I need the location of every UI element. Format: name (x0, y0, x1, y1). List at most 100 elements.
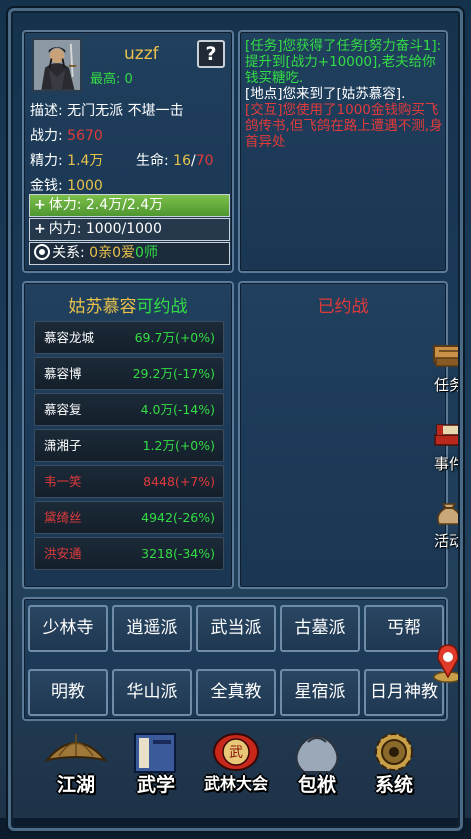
sect-panel: 少林寺 逍遥派 武当派 古墓派 丐帮 明教 华山派 全真教 星宿派 日月神教 (22, 597, 448, 721)
inner-power-bar[interactable]: + 内力: 1000/1000 (29, 218, 230, 241)
relation-ai: 爱 (121, 245, 136, 261)
log-entry-location: [地点]您来到了[姑苏慕容]. (245, 86, 406, 102)
plus-icon: + (34, 221, 46, 237)
opponent-power: 29.2万(-17%) (132, 366, 215, 381)
game-screen: uzzf ? 最高: 0 描述: 无门无派 不堪一击 战力: 5670 精力: … (0, 0, 471, 839)
sect-button-gumu[interactable]: 古墓派 (280, 605, 360, 652)
sect-button-shaolin[interactable]: 少林寺 (28, 605, 108, 652)
desc-row: 描述: 无门无派 不堪一击 (30, 100, 184, 120)
energy-label: 精力: (30, 153, 63, 169)
opponent-row[interactable]: 黛绮丝 4942(-26%) (34, 501, 224, 534)
desc-label: 描述: (30, 103, 63, 119)
opponent-power: 69.7万(+0%) (134, 330, 215, 345)
map-pin-icon[interactable] (429, 641, 467, 683)
opponent-power: 8448(+7%) (143, 474, 215, 489)
opponent-list: 慕容龙城 69.7万(+0%) 慕容博 29.2万(-17%) 慕容复 4.0万… (34, 321, 224, 573)
opponent-name: 洪安通 (44, 546, 82, 561)
relation-bar[interactable]: 关系: 0亲0爱0师 (29, 242, 230, 265)
player-name: uzzf (124, 44, 159, 64)
stamina-bar[interactable]: + 体力: 2.4万/2.4万 (29, 194, 230, 217)
life-current: 16 (173, 153, 191, 169)
opponent-name: 慕容博 (44, 366, 82, 381)
opponent-name: 慕容龙城 (44, 330, 95, 345)
energy-value: 1.4万 (67, 153, 104, 169)
menu-xitong-label: 系统 (374, 774, 413, 796)
relation-ai-count: 0 (112, 245, 122, 261)
sect-button-xiaoyao[interactable]: 逍遥派 (112, 605, 192, 652)
log-entry-interaction: [交互]您使用了1000金钱购买飞鸽传书,但飞鸽在路上遭遇不测,身首异处 (245, 102, 443, 150)
menu-wuxue-button[interactable]: 武学 (118, 726, 194, 804)
opponent-power: 3218(-34%) (141, 546, 215, 561)
challenged-panel: 已约战 (238, 281, 448, 589)
event-button[interactable]: 事件 (428, 417, 470, 474)
menu-baofu-button[interactable]: 包袱 (279, 726, 355, 804)
power-label: 战力: (30, 128, 63, 144)
opponent-name: 韦一笑 (44, 474, 82, 489)
stamina-text: 体力: 2.4万/2.4万 (48, 197, 164, 213)
money-label: 金钱: (30, 178, 63, 194)
opponent-row[interactable]: 韦一笑 8448(+7%) (34, 465, 224, 498)
money-value: 1000 (67, 178, 103, 194)
challengeable-title: 姑苏慕容可约战 (24, 292, 232, 317)
plus-icon: + (34, 197, 46, 213)
rank-value: 0 (124, 72, 133, 87)
relation-label: 关系: (52, 245, 85, 261)
opponent-power: 1.2万(+0%) (142, 438, 215, 453)
help-button[interactable]: ? (197, 40, 225, 68)
power-row: 战力: 5670 (30, 125, 103, 145)
sect-button-quanzhen[interactable]: 全真教 (196, 669, 276, 716)
menu-baofu-label: 包袱 (297, 774, 336, 796)
log-entry-task: [任务]您获得了任务[努力奋斗1]:提升到[战力+10000],老夫给你钱买糖吃… (245, 38, 442, 86)
opponent-row[interactable]: 慕容龙城 69.7万(+0%) (34, 321, 224, 354)
challengeable-panel: 姑苏慕容可约战 慕容龙城 69.7万(+0%) 慕容博 29.2万(-17%) … (22, 281, 234, 589)
sect-button-wudang[interactable]: 武当派 (196, 605, 276, 652)
swordsman-portrait-icon (34, 40, 80, 90)
energy-row: 精力: 1.4万 (30, 150, 103, 170)
location-name: 姑苏慕容 (68, 297, 137, 317)
opponent-row[interactable]: 潇湘子 1.2万(+0%) (34, 429, 224, 462)
scroll-icon (433, 345, 465, 367)
opponent-power: 4942(-26%) (141, 510, 215, 525)
relation-shi-count: 0 (135, 245, 144, 261)
money-row: 金钱: 1000 (30, 175, 103, 195)
book-stack-icon (434, 424, 464, 446)
opponent-row[interactable]: 慕容博 29.2万(-17%) (34, 357, 224, 390)
menu-jianghu-label: 江湖 (56, 774, 95, 796)
menu-wuxue-label: 武学 (136, 774, 175, 796)
life-label: 生命: (136, 153, 169, 169)
task-button[interactable]: 任务 (428, 338, 470, 395)
opponent-name: 慕容复 (44, 402, 82, 417)
rank-row: 最高: 0 (90, 68, 133, 87)
player-avatar[interactable] (32, 38, 82, 92)
menu-wulin-button[interactable]: 武 武林大会 (198, 726, 274, 804)
opponent-row[interactable]: 慕容复 4.0万(-14%) (34, 393, 224, 426)
money-bag-icon (437, 503, 461, 525)
message-log: [任务]您获得了任务[努力奋斗1]:提升到[战力+10000],老夫给你钱买糖吃… (245, 38, 443, 150)
opponent-name: 黛绮丝 (44, 510, 82, 525)
inner-power-text: 内力: 1000/1000 (48, 221, 162, 237)
gear-icon (36, 246, 48, 258)
menu-jianghu-button[interactable]: 江湖 (38, 726, 114, 804)
activity-label: 活动 (433, 532, 464, 550)
bottom-strip (0, 818, 471, 839)
relation-qin-count: 0 (89, 245, 99, 261)
event-label: 事件 (433, 455, 464, 473)
relation-qin: 亲 (98, 245, 113, 261)
opponent-row[interactable]: 洪安通 3218(-34%) (34, 537, 224, 570)
relation-shi: 师 (143, 245, 158, 261)
player-info-panel: uzzf ? 最高: 0 描述: 无门无派 不堪一击 战力: 5670 精力: … (22, 30, 234, 273)
desc-value: 无门无派 不堪一击 (67, 103, 184, 119)
sect-button-xingxiu[interactable]: 星宿派 (280, 669, 360, 716)
sect-button-huashan[interactable]: 华山派 (112, 669, 192, 716)
challenged-title: 已约战 (317, 297, 369, 317)
life-max: 70 (195, 153, 214, 169)
power-value: 5670 (67, 128, 103, 144)
task-label: 任务 (433, 376, 464, 394)
rank-label: 最高: (90, 72, 121, 87)
message-log-panel: [任务]您获得了任务[努力奋斗1]:提升到[战力+10000],老夫给你钱买糖吃… (238, 30, 448, 273)
sect-button-mingjiao[interactable]: 明教 (28, 669, 108, 716)
menu-xitong-button[interactable]: 系统 (356, 726, 432, 804)
life-row: 生命: 16/70 (136, 150, 214, 170)
activity-button[interactable]: 活动 (428, 494, 470, 551)
opponent-power: 4.0万(-14%) (140, 402, 215, 417)
